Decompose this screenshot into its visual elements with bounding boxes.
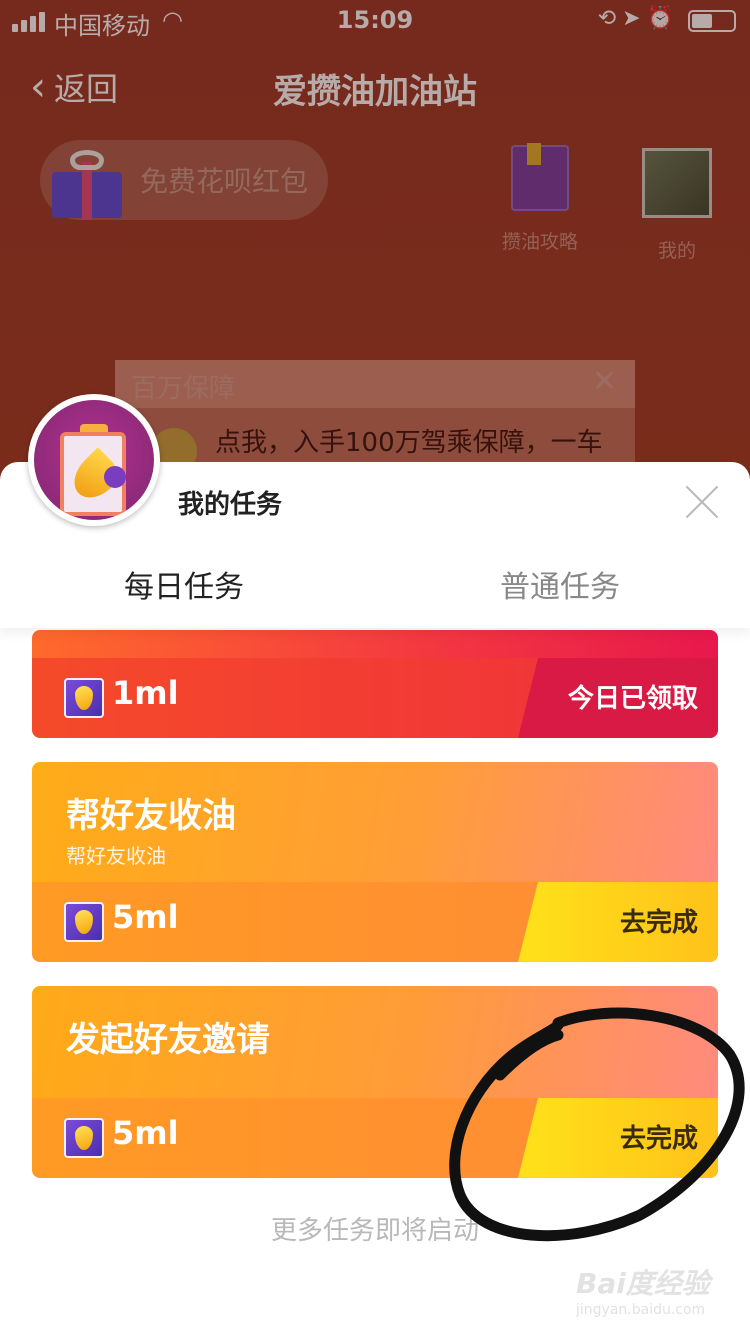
watermark-url: jingyan.baidu.com [576, 1302, 706, 1318]
oil-drop-icon [64, 678, 104, 718]
task-clipboard-icon [28, 394, 160, 526]
task-reward-row: 5ml 去完成 [32, 882, 718, 962]
close-icon[interactable] [684, 484, 720, 520]
tab-daily-tasks[interactable]: 每日任务 [124, 562, 244, 606]
task-subtitle: 帮好友收油 [66, 844, 166, 868]
tab-normal-tasks[interactable]: 普通任务 [500, 562, 620, 606]
task-reward: 5ml [112, 898, 179, 936]
task-title: 帮好友收油 [66, 796, 236, 836]
task-reward: 1ml [112, 674, 179, 712]
oil-drop-icon [64, 902, 104, 942]
task-reward: 5ml [112, 1114, 179, 1152]
task-title: 发起好友邀请 [66, 1020, 270, 1060]
annotation-circle [449, 1007, 745, 1242]
sheet-title: 我的任务 [178, 490, 283, 520]
oil-drop-icon [64, 1118, 104, 1158]
task-card: 1ml 今日已领取 [32, 630, 718, 738]
task-reward-row: 1ml 今日已领取 [32, 658, 718, 738]
go-complete-button[interactable]: 去完成 [518, 882, 718, 962]
claimed-button[interactable]: 今日已领取 [518, 658, 718, 738]
action-label: 今日已领取 [567, 684, 698, 714]
watermark: Bai度经验 jingyan.baidu.com [576, 1262, 726, 1318]
watermark-logo: Bai度经验 [576, 1267, 710, 1300]
task-tabs: 每日任务 普通任务 [0, 548, 750, 628]
task-card: 帮好友收油 帮好友收油 5ml 去完成 [32, 762, 718, 962]
action-label: 去完成 [619, 908, 698, 938]
